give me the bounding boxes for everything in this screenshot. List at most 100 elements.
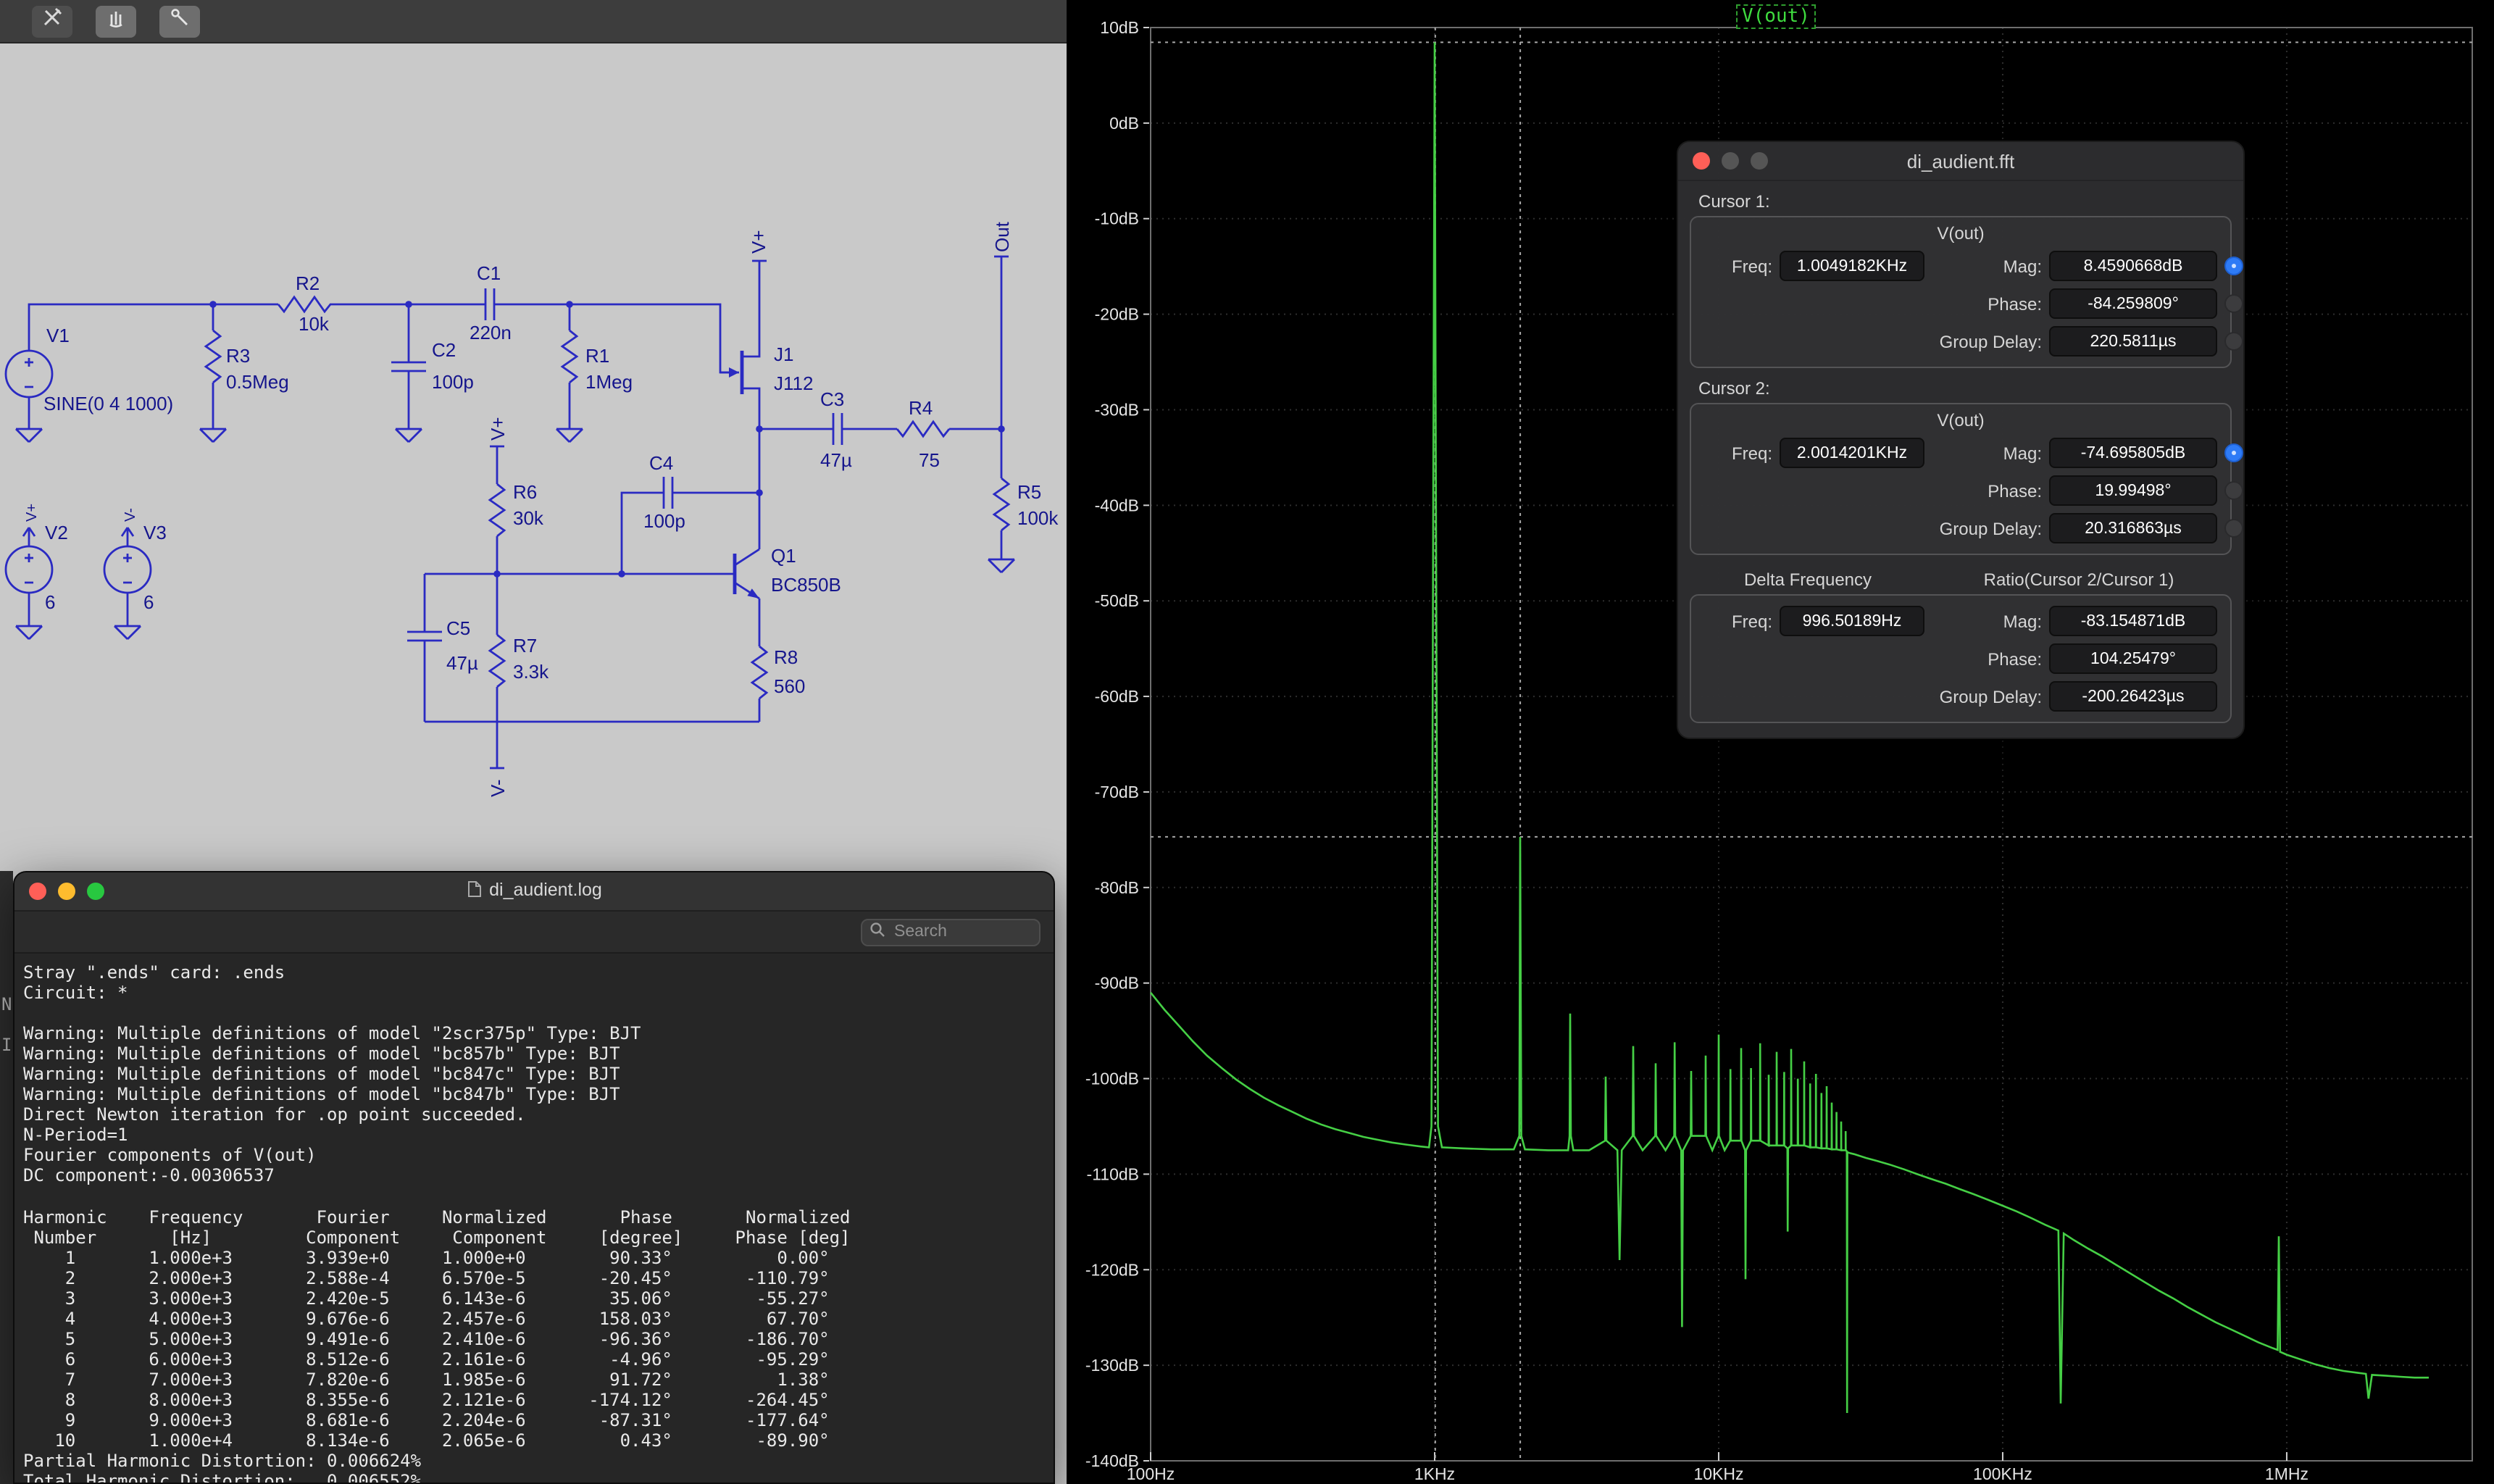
- close-button[interactable]: [29, 883, 46, 900]
- hand-button[interactable]: [96, 5, 136, 37]
- c1-value: 220n: [470, 322, 512, 343]
- r1-name: R1: [585, 345, 609, 367]
- cursor1-mag-radio[interactable]: [2224, 257, 2243, 275]
- v3-net-flag: V-: [122, 508, 138, 522]
- cursor2-gd-value[interactable]: 20.316863µs: [2049, 513, 2217, 543]
- delta-freq-label: Freq:: [1700, 611, 1772, 631]
- dialog-minimize-button[interactable]: [1722, 152, 1739, 170]
- v2-net-flag: V+: [24, 504, 40, 522]
- r8-name: R8: [774, 646, 798, 668]
- search-input[interactable]: [891, 922, 1032, 942]
- cursor1-freq-value[interactable]: 1.0049182KHz: [1780, 251, 1924, 281]
- capacitor-c3[interactable]: [833, 413, 842, 445]
- clipped-text-fragment: N: [1, 994, 12, 1014]
- dialog-zoom-button[interactable]: [1751, 152, 1768, 170]
- resistor-r8[interactable]: [752, 646, 767, 699]
- cursor2-freq-value[interactable]: 2.0014201KHz: [1780, 438, 1924, 468]
- jfet-j1[interactable]: [720, 351, 742, 394]
- y-axis-label: -20dB: [1095, 305, 1139, 324]
- r4-name: R4: [909, 397, 933, 419]
- r1-value: 1Meg: [585, 371, 633, 393]
- search-field[interactable]: [861, 918, 1040, 946]
- capacitor-c2[interactable]: [391, 362, 426, 371]
- y-axis-label: -80dB: [1095, 878, 1139, 897]
- out-net-label: Out: [991, 221, 1013, 252]
- v2-name: V2: [45, 522, 68, 543]
- delta-frequency-header: Delta Frequency: [1690, 570, 1926, 590]
- y-axis-label: -130dB: [1085, 1356, 1139, 1375]
- probe-button[interactable]: [159, 5, 200, 37]
- cursor2-gd-radio[interactable]: [2224, 519, 2243, 538]
- delta-phase-label: Phase:: [1932, 649, 2042, 669]
- resistor-r2[interactable]: [278, 297, 336, 312]
- capacitor-c1[interactable]: [485, 288, 494, 320]
- log-window-title: di_audient.log: [14, 880, 1054, 903]
- cursor1-gd-value[interactable]: 220.5811µs: [2049, 326, 2217, 357]
- delta-freq-value[interactable]: 996.50189Hz: [1780, 606, 1924, 636]
- dialog-close-button[interactable]: [1693, 152, 1710, 170]
- cursor2-mag-value[interactable]: -74.695805dB: [2049, 438, 2217, 468]
- v1-name: V1: [46, 325, 70, 346]
- ratio-header: Ratio(Cursor 2/Cursor 1): [1926, 570, 2232, 590]
- y-axis-label: -10dB: [1095, 209, 1139, 228]
- cursor2-gd-label: Group Delay:: [1932, 518, 2042, 538]
- schematic-toolbar: [0, 0, 1067, 43]
- x-axis-label: 100Hz: [1127, 1464, 1175, 1483]
- x-axis-label: 1KHz: [1414, 1464, 1455, 1483]
- source-v2[interactable]: [6, 546, 52, 593]
- cursor1-gd-radio[interactable]: [2224, 332, 2243, 351]
- resistor-r4[interactable]: [897, 422, 949, 436]
- minimize-button[interactable]: [58, 883, 75, 900]
- cursor1-mag-value[interactable]: 8.4590668dB: [2049, 251, 2217, 281]
- y-axis-label: -110dB: [1087, 1164, 1139, 1183]
- y-axis-label: -100dB: [1085, 1070, 1139, 1088]
- r6-name: R6: [513, 481, 537, 503]
- log-titlebar[interactable]: di_audient.log: [14, 872, 1054, 912]
- cursor1-group: V(out) Freq: 1.0049182KHz Mag: 8.4590668…: [1690, 216, 2232, 368]
- cursor2-phase-value[interactable]: 19.99498°: [2049, 475, 2217, 506]
- fft-cursor-dialog: di_audient.fft Cursor 1: V(out) Freq: 1.…: [1677, 141, 2245, 739]
- cursor2-phase-radio[interactable]: [2224, 481, 2243, 500]
- bjt-q1[interactable]: [732, 549, 759, 599]
- capacitor-c5[interactable]: [407, 632, 442, 641]
- vplus-flag-r6: V+: [487, 417, 509, 441]
- y-axis-label: -60dB: [1095, 687, 1139, 706]
- tools-button[interactable]: [32, 5, 72, 37]
- delta-gd-value[interactable]: -200.26423µs: [2049, 681, 2217, 712]
- resistor-r6[interactable]: [490, 484, 504, 536]
- delta-phase-value[interactable]: 104.25479°: [2049, 643, 2217, 674]
- dialog-titlebar[interactable]: di_audient.fft: [1678, 142, 2243, 181]
- cursor1-mag-label: Mag:: [1932, 256, 2042, 276]
- cursor2-section-label: Cursor 2:: [1698, 378, 2243, 399]
- r6-value: 30k: [513, 507, 544, 529]
- capacitor-c4[interactable]: [664, 477, 672, 509]
- r8-value: 560: [774, 675, 805, 697]
- source-v3[interactable]: [104, 546, 151, 593]
- log-search-toolbar: [14, 912, 1054, 954]
- y-axis-label: -50dB: [1095, 591, 1139, 610]
- cursor2-phase-label: Phase:: [1932, 480, 2042, 501]
- resistor-r1[interactable]: [562, 330, 577, 383]
- junction-dots: [209, 301, 1005, 578]
- cursor1-phase-value[interactable]: -84.259809°: [2049, 288, 2217, 319]
- source-v1[interactable]: [6, 351, 52, 397]
- cursor1-phase-label: Phase:: [1932, 293, 2042, 314]
- y-axis-label: -70dB: [1095, 783, 1139, 801]
- c5-name: C5: [446, 617, 470, 639]
- trace-title[interactable]: V(out): [1736, 4, 1816, 29]
- r3-name: R3: [226, 345, 250, 367]
- zoom-button[interactable]: [87, 883, 104, 900]
- resistor-r3[interactable]: [206, 330, 220, 383]
- probe-icon: [168, 6, 191, 36]
- cursor1-phase-radio[interactable]: [2224, 294, 2243, 313]
- delta-gd-label: Group Delay:: [1932, 686, 2042, 706]
- resistor-r5[interactable]: [994, 478, 1009, 530]
- cursor2-mag-radio[interactable]: [2224, 443, 2243, 462]
- q1-model: BC850B: [771, 574, 841, 596]
- c3-name: C3: [820, 388, 844, 410]
- resistor-r7[interactable]: [490, 635, 504, 687]
- delta-mag-value[interactable]: -83.154871dB: [2049, 606, 2217, 636]
- j1-model: J112: [774, 372, 813, 394]
- search-icon: [869, 919, 885, 945]
- x-axis-label: 100KHz: [1973, 1464, 2032, 1483]
